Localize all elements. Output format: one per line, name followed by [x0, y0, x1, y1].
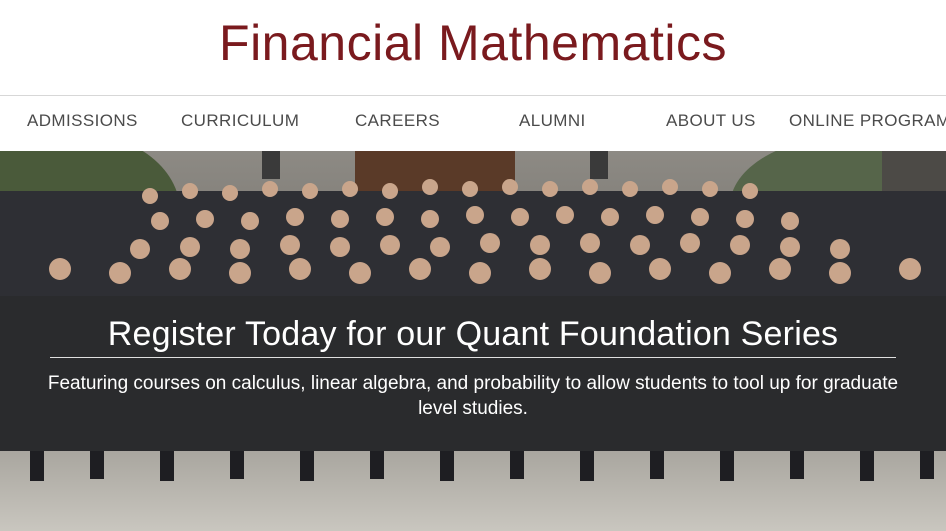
nav-item-online-program[interactable]: ONLINE PROGRAM: [789, 96, 946, 151]
hero-title[interactable]: Register Today for our Quant Foundation …: [0, 315, 946, 354]
nav-item-curriculum[interactable]: CURRICULUM: [181, 96, 299, 151]
nav-item-about-us[interactable]: ABOUT US: [666, 96, 756, 151]
hero-subtitle: Featuring courses on calculus, linear al…: [47, 373, 899, 419]
nav-item-admissions[interactable]: ADMISSIONS: [27, 96, 138, 151]
site-header: Financial Mathematics: [0, 0, 946, 95]
hero-banner[interactable]: Register Today for our Quant Foundation …: [0, 151, 946, 531]
nav-item-alumni[interactable]: ALUMNI: [519, 96, 586, 151]
nav-item-careers[interactable]: CAREERS: [355, 96, 440, 151]
main-nav: ADMISSIONS CURRICULUM CAREERS ALUMNI ABO…: [0, 95, 946, 151]
site-title-link[interactable]: Financial Mathematics: [0, 14, 946, 72]
hero-divider: [50, 357, 896, 358]
